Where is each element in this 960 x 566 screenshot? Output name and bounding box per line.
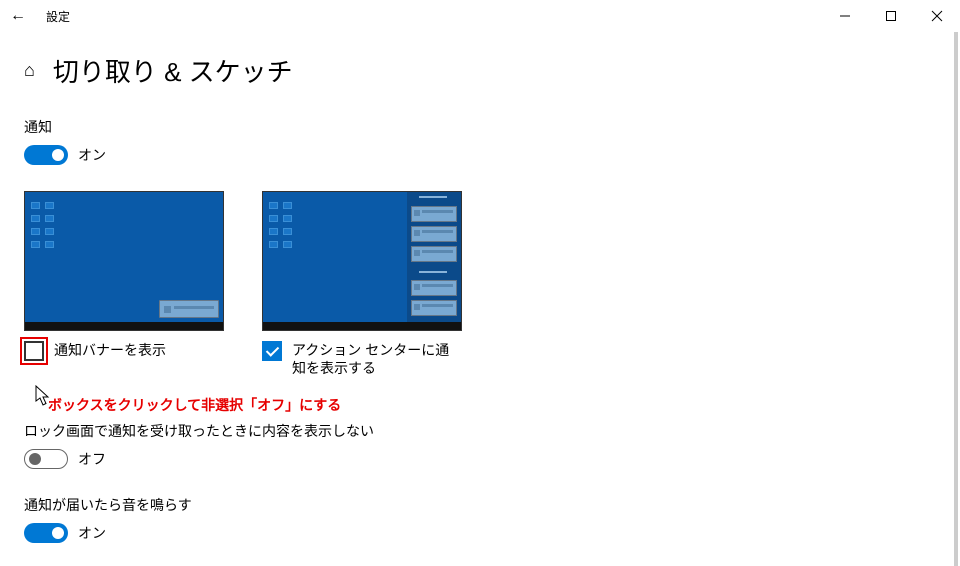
lockscreen-toggle[interactable]	[24, 449, 68, 469]
preview-banner: 通知バナーを表示	[24, 191, 224, 377]
preview-action-center: アクション センターに通知を表示する	[262, 191, 462, 377]
notify-toggle-state: オン	[78, 145, 106, 165]
banner-checkbox[interactable]	[24, 341, 44, 361]
preview-action-center-image	[262, 191, 462, 331]
sound-toggle[interactable]	[24, 523, 68, 543]
annotation-text: ボックスをクリックして非選択「オフ」にする	[48, 395, 936, 415]
sound-toggle-state: オン	[78, 523, 106, 543]
minimize-button[interactable]	[822, 0, 868, 32]
banner-checkbox-label: 通知バナーを表示	[54, 341, 166, 359]
home-icon[interactable]: ⌂	[24, 60, 35, 81]
preview-banner-image	[24, 191, 224, 331]
titlebar: ← 設定	[0, 0, 960, 32]
window-controls	[822, 0, 960, 32]
maximize-button[interactable]	[868, 0, 914, 32]
sound-label: 通知が届いたら音を鳴らす	[24, 495, 936, 515]
page-title: 切り取り & スケッチ	[53, 52, 293, 89]
action-center-checkbox[interactable]	[262, 341, 282, 361]
scrollbar[interactable]	[954, 32, 958, 566]
back-button[interactable]: ←	[10, 7, 26, 25]
window-title: 設定	[46, 8, 70, 25]
notify-section-label: 通知	[24, 117, 936, 137]
notify-toggle[interactable]	[24, 145, 68, 165]
lockscreen-label: ロック画面で通知を受け取ったときに内容を表示しない	[24, 421, 936, 441]
close-button[interactable]	[914, 0, 960, 32]
action-center-checkbox-label: アクション センターに通知を表示する	[292, 341, 462, 377]
lockscreen-toggle-state: オフ	[78, 449, 106, 469]
